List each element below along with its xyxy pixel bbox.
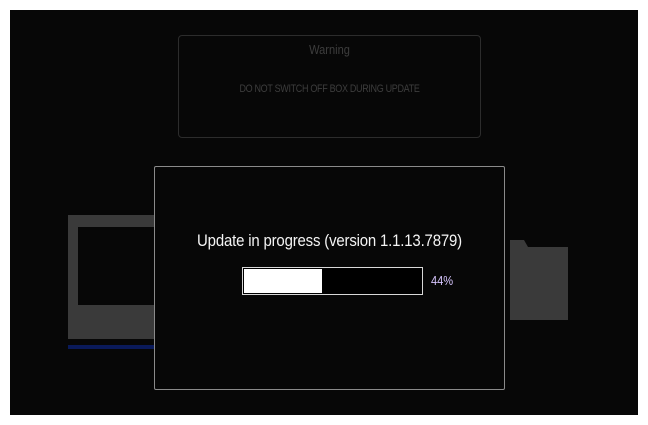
update-status-text: Update in progress (version 1.1.13.7879) — [197, 231, 462, 250]
folder-icon — [510, 240, 568, 320]
progress-bar-fill — [244, 269, 322, 293]
update-progress-bar — [242, 267, 423, 295]
update-progress-dialog: Update in progress (version 1.1.13.7879)… — [154, 166, 505, 390]
monitor-icon — [68, 215, 156, 349]
warning-panel: Warning DO NOT SWITCH OFF BOX DURING UPD… — [178, 35, 481, 138]
progress-percent-label: 44% — [431, 273, 454, 288]
warning-message: DO NOT SWITCH OFF BOX DURING UPDATE — [239, 83, 420, 95]
tv-screen: Warning DO NOT SWITCH OFF BOX DURING UPD… — [10, 10, 638, 415]
warning-title: Warning — [309, 42, 350, 57]
